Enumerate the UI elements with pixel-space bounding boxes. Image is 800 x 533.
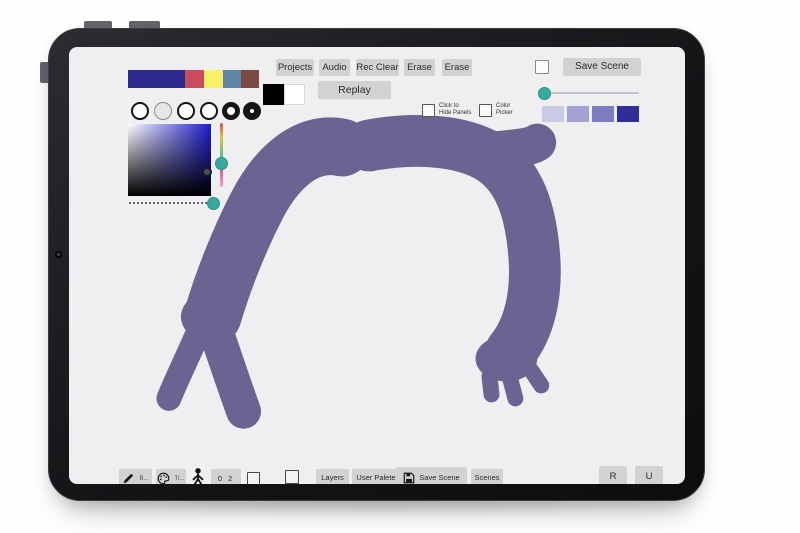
projects-button[interactable]: Projects — [276, 59, 314, 76]
save-scene-top-label: Save Scene — [575, 62, 629, 72]
primary-color-swatch[interactable] — [263, 84, 284, 105]
replay-button[interactable]: Replay — [318, 81, 391, 99]
color-picker-checkbox[interactable] — [479, 104, 492, 117]
palette-swatch-blue[interactable] — [128, 70, 185, 88]
color-selector-ring[interactable] — [202, 167, 212, 177]
size-slider-handle[interactable] — [207, 197, 220, 210]
bottom-checkbox-2[interactable] — [285, 470, 299, 484]
color-picker-label-line2: Picker — [496, 110, 513, 117]
layers-button[interactable]: Layers — [316, 469, 349, 484]
shade-swatch-2[interactable] — [567, 106, 589, 122]
color-picker-label-line1: Color — [496, 103, 513, 110]
erase-label: Erase — [445, 63, 470, 73]
brush-size-5[interactable] — [222, 102, 240, 120]
hue-slider[interactable] — [220, 123, 223, 187]
save-scene-button-top[interactable]: Save Scene — [563, 58, 641, 76]
shade-swatch-1[interactable] — [542, 106, 564, 122]
save-scene-checkbox[interactable] — [535, 60, 549, 74]
floppy-save-icon — [403, 472, 415, 484]
saturation-brightness-picker[interactable] — [128, 124, 211, 196]
palette-swatch-steelblue[interactable] — [223, 70, 241, 88]
scenes-label: Scenes — [474, 474, 499, 482]
brush-size-1[interactable] — [131, 102, 149, 120]
page: Projects Audio Rec Clear Erase Erase Rep… — [0, 0, 800, 533]
brush-size-3[interactable] — [177, 102, 195, 120]
audio-label: Audio — [322, 63, 346, 73]
shade-slider-track[interactable] — [551, 92, 639, 94]
undo-button[interactable]: U — [635, 466, 663, 484]
redo-label: R — [610, 472, 617, 482]
front-camera — [55, 251, 62, 258]
size-slider-track[interactable] — [129, 202, 207, 204]
palette-icon — [157, 472, 170, 484]
frame-counter-value: 0 2 — [218, 475, 234, 483]
pose-person-icon[interactable] — [189, 467, 207, 484]
hide-panels-label: Click to Hide Panels — [439, 103, 471, 117]
transform-tool-button[interactable]: Tr... — [156, 469, 186, 484]
palette-swatch-red[interactable] — [185, 70, 204, 88]
undo-label: U — [646, 472, 653, 482]
brush-size-6[interactable] — [243, 102, 261, 120]
hide-panels-label-line2: Hide Panels — [439, 110, 471, 117]
shade-swatch-3[interactable] — [592, 106, 614, 122]
brush-tool-button[interactable]: B... — [119, 469, 152, 484]
marker-pen-icon — [122, 472, 135, 484]
palette-swatch-brown[interactable] — [241, 70, 259, 88]
user-palette-label: User Palete — [356, 474, 395, 482]
tablet-frame: Projects Audio Rec Clear Erase Erase Rep… — [48, 28, 705, 501]
projects-label: Projects — [278, 63, 312, 73]
save-scene-bottom-label: Save Scene — [419, 474, 459, 482]
shade-swatch-4[interactable] — [617, 106, 639, 122]
audio-button[interactable]: Audio — [319, 59, 350, 76]
color-picker-label: Color Picker — [496, 103, 513, 117]
erase-button-1[interactable]: Erase — [404, 59, 435, 76]
camera-lens-glint — [57, 253, 60, 256]
layers-label: Layers — [321, 474, 344, 482]
app-screen: Projects Audio Rec Clear Erase Erase Rep… — [69, 47, 685, 484]
palette-swatch-yellow[interactable] — [204, 70, 223, 88]
frame-counter-button[interactable]: 0 2 — [211, 469, 241, 484]
transform-tool-label: Tr... — [174, 476, 184, 482]
user-palette-button[interactable]: User Palete — [352, 469, 400, 484]
rec-clear-label: Rec Clear — [356, 63, 398, 73]
scenes-button[interactable]: Scenes — [471, 469, 503, 484]
rec-clear-button[interactable]: Rec Clear — [356, 59, 399, 76]
erase-button-2[interactable]: Erase — [442, 59, 472, 76]
hide-panels-label-line1: Click to — [439, 103, 471, 110]
brush-size-2[interactable] — [154, 102, 172, 120]
shade-slider-handle[interactable] — [538, 87, 551, 100]
secondary-color-swatch[interactable] — [284, 84, 305, 105]
hue-slider-handle[interactable] — [215, 157, 228, 170]
bottom-checkbox-1[interactable] — [247, 472, 260, 484]
redo-button[interactable]: R — [599, 466, 627, 484]
replay-label: Replay — [338, 85, 371, 96]
hide-panels-checkbox[interactable] — [422, 104, 435, 117]
save-scene-button-bottom[interactable]: Save Scene — [396, 467, 467, 484]
brush-tool-label: B... — [139, 476, 148, 482]
erase-label: Erase — [407, 63, 432, 73]
brush-size-4[interactable] — [200, 102, 218, 120]
